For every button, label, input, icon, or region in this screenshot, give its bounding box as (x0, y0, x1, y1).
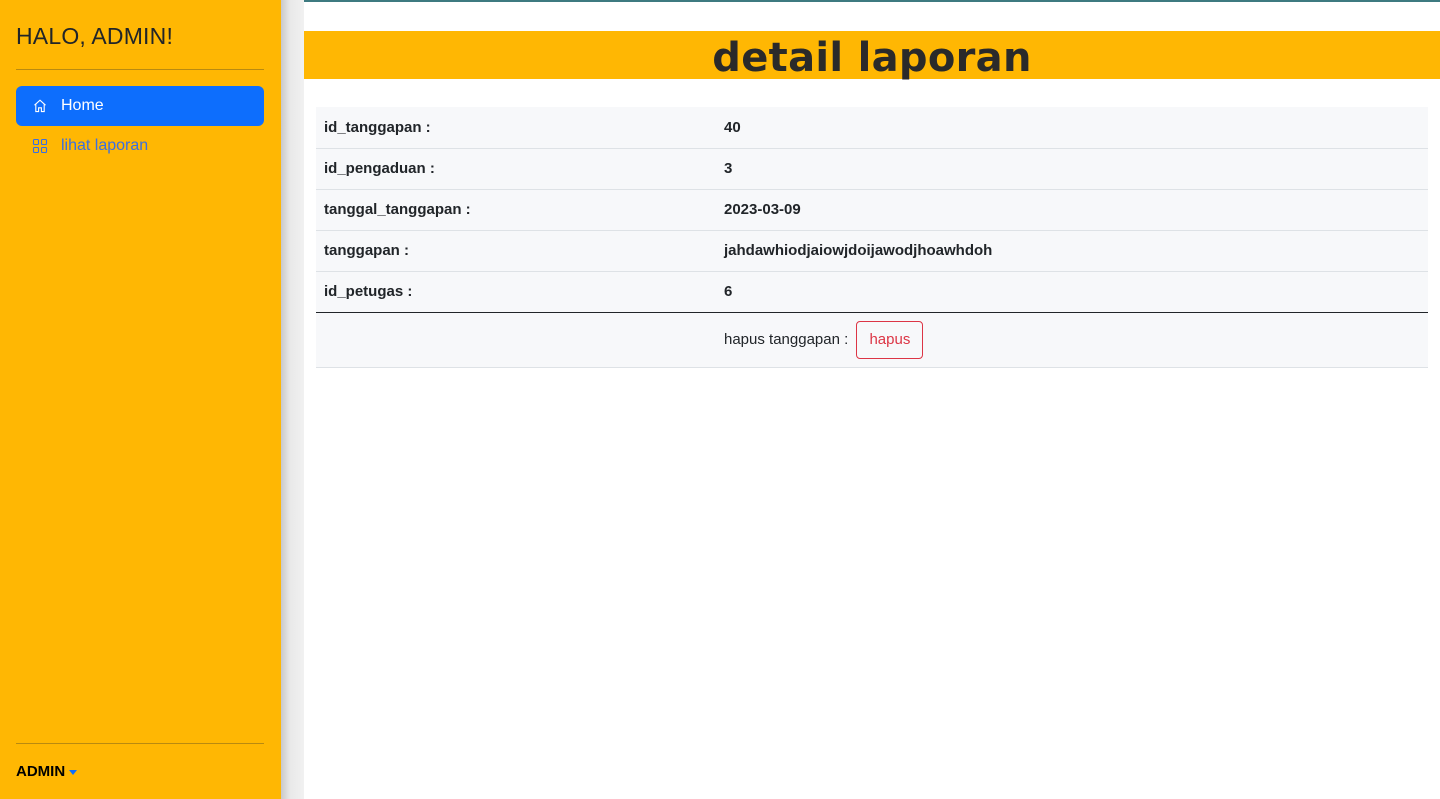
row-value: 6 (716, 271, 1428, 313)
action-empty-cell (316, 312, 716, 368)
page-title: detail laporan (712, 35, 1032, 81)
row-value: 2023-03-09 (716, 189, 1428, 231)
row-label: tanggal_tanggapan : (316, 189, 716, 231)
row-value: 40 (716, 107, 1428, 149)
sidebar-shadow (281, 0, 304, 799)
row-label: id_pengaduan : (316, 148, 716, 190)
action-cell: hapus tanggapan : hapus (716, 312, 1428, 368)
table-row: id_petugas : 6 (316, 271, 1428, 313)
sidebar: HALO, ADMIN! Home lihat laporan ADMIN (0, 0, 281, 799)
row-label: tanggapan : (316, 230, 716, 272)
table-row: id_tanggapan : 40 (316, 107, 1428, 149)
sidebar-divider-bottom (16, 743, 264, 744)
table-row: tanggal_tanggapan : 2023-03-09 (316, 189, 1428, 231)
detail-table: id_tanggapan : 40 id_pengaduan : 3 tangg… (316, 107, 1428, 368)
main-content: detail laporan id_tanggapan : 40 id_peng… (304, 0, 1440, 799)
table-row: tanggapan : jahdawhiodjaiowjdoijawodjhoa… (316, 230, 1428, 272)
sidebar-item-lihat-laporan[interactable]: lihat laporan (16, 126, 264, 166)
sidebar-item-label: Home (61, 97, 104, 114)
user-dropdown[interactable]: ADMIN (16, 763, 78, 780)
page-header: detail laporan (304, 31, 1440, 81)
sidebar-item-home[interactable]: Home (16, 86, 264, 126)
sidebar-nav: Home lihat laporan (16, 86, 264, 166)
table-row: id_pengaduan : 3 (316, 148, 1428, 190)
row-label: id_tanggapan : (316, 107, 716, 149)
delete-response-label: hapus tanggapan : (724, 330, 849, 348)
sidebar-item-label: lihat laporan (61, 137, 149, 154)
action-row: hapus tanggapan : hapus (316, 312, 1428, 368)
delete-button[interactable]: hapus (856, 320, 924, 359)
sidebar-greeting: HALO, ADMIN! (16, 23, 174, 49)
grid-icon (32, 138, 48, 154)
row-value: jahdawhiodjaiowjdoijawodjhoawhdoh (716, 230, 1428, 272)
home-icon (32, 98, 48, 114)
caret-down-icon (69, 769, 78, 775)
sidebar-divider-top (16, 69, 264, 70)
user-name: ADMIN (16, 763, 66, 780)
row-label: id_petugas : (316, 271, 716, 313)
row-value: 3 (716, 148, 1428, 190)
